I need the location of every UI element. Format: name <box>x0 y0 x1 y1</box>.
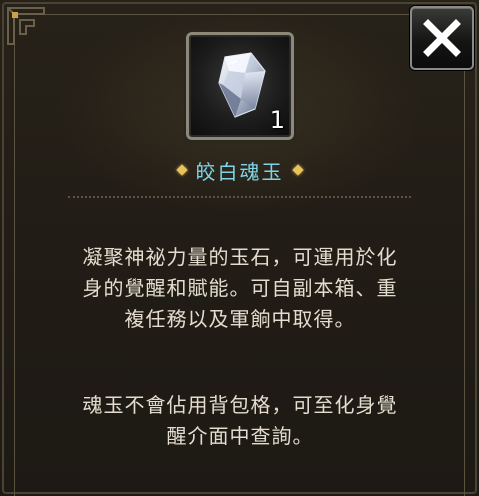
item-title-row: 皎白魂玉 <box>0 154 479 186</box>
item-description-paragraph: 凝聚神祕力量的玉石，可運用於化 身的覺醒和賦能。可自副本箱、重 複任務以及軍餉中… <box>40 242 440 335</box>
close-x-icon <box>423 19 461 57</box>
item-tooltip-panel: 1 皎白魂玉 凝聚神祕力量的玉石，可運用於化 身的覺醒和賦能。可自副本箱、重 複… <box>0 0 479 496</box>
white-crystal-gem-icon <box>218 52 266 118</box>
close-button[interactable] <box>410 6 474 70</box>
corner-ornament-icon <box>7 7 45 45</box>
item-icon-slot: 1 <box>186 32 294 140</box>
description-line: 身的覺醒和賦能。可自副本箱、重 <box>82 276 398 300</box>
description-line: 醒介面中查詢。 <box>166 424 314 448</box>
item-count: 1 <box>269 106 285 134</box>
item-note-paragraph: 魂玉不會佔用背包格，可至化身覺 醒介面中查詢。 <box>40 390 440 452</box>
title-divider <box>68 196 411 198</box>
description-line: 複任務以及軍餉中取得。 <box>124 307 356 331</box>
diamond-ornament-icon <box>291 164 304 176</box>
diamond-ornament-icon <box>175 164 188 176</box>
item-name: 皎白魂玉 <box>195 159 284 184</box>
description-line: 凝聚神祕力量的玉石，可運用於化 <box>82 245 398 269</box>
description-line: 魂玉不會佔用背包格，可至化身覺 <box>82 393 398 417</box>
